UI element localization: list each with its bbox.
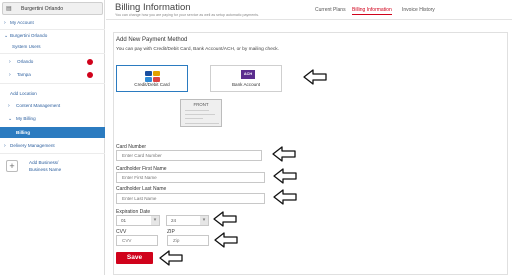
sidebar-item-label: Orlando [17,59,34,64]
check-front-label: FRONT [193,102,209,107]
exp-year-value: 24 [171,218,177,223]
check-line [185,114,215,115]
sidebar-item-label: My Billing [16,116,36,121]
divider [0,53,105,54]
cvv-input[interactable] [116,235,158,246]
tab-invoice-history[interactable]: Invoice History [402,7,435,13]
divider [0,29,105,30]
sidebar-item-add-location[interactable]: Add Location [0,89,105,99]
exp-month-value: 01 [121,218,127,223]
ach-icon: ACH [241,70,255,79]
zip-input[interactable] [167,235,209,246]
sidebar-item-tampa[interactable]: › Tampa [0,70,105,80]
sidebar-item-label: Tampa [17,72,31,77]
tab-current-plans[interactable]: Current Plans [315,7,346,13]
section-title: Add New Payment Method [116,37,188,43]
sidebar-item-business[interactable]: ⌄ Burgertini Orlando [0,31,105,41]
arrow-left-icon [158,249,184,267]
sidebar-item-orlando[interactable]: › Orlando [0,57,105,67]
org-selector-label: Burgertini Orlando [21,6,64,12]
business-name-label: Business Name [29,167,62,172]
sidebar-item-label: Delivery Management [10,143,55,148]
arrow-left-icon [213,231,239,249]
chevron-down-icon: ▾ [200,216,208,225]
sidebar-item-my-account[interactable]: › My Account [0,18,105,28]
tab-billing-information[interactable]: Billing Information [352,7,392,15]
chevron-right-icon: › [8,103,10,109]
sidebar-item-delivery-management[interactable]: › Delivery Management [0,141,105,151]
payment-option-bank[interactable]: ACH Bank Account [210,65,282,92]
chevron-right-icon: › [4,143,6,149]
sidebar-item-content-management[interactable]: › Content Management [0,101,105,111]
credit-card-icon [145,71,161,82]
sidebar: ▤ Burgertini Orlando › My Account ⌄ Burg… [0,0,105,275]
sidebar-item-label: Billing [16,130,31,135]
save-button[interactable]: Save [116,252,153,264]
last-name-input[interactable] [116,193,265,204]
sidebar-item-label: My Account [10,20,34,25]
plus-icon: + [6,160,18,172]
page-title: Billing Information [115,2,191,13]
divider [0,153,105,154]
chevron-right-icon: › [4,20,6,26]
payment-option-card[interactable]: Credit/Debit Card [116,65,188,92]
payment-option-label: Credit/Debit Card [134,82,170,87]
check-illustration: FRONT [166,99,224,133]
last-name-label: Cardholder Last Name [116,186,167,192]
arrow-left-icon [272,167,298,185]
page-subtitle: You can change how you are paying for yo… [115,13,260,17]
store-icon: ▤ [6,6,12,12]
arrow-left-icon [271,145,297,163]
arrow-left-icon [302,68,328,86]
chevron-down-icon: ⌄ [8,116,13,122]
check-line [185,118,203,119]
sidebar-item-label: Add Location [10,91,37,96]
chevron-down-icon: ▾ [151,216,159,225]
chevron-right-icon: › [9,72,11,78]
sidebar-item-label: Content Management [16,103,61,108]
payment-option-label: Bank Account [231,82,261,87]
check-line [185,123,219,124]
card-number-input[interactable] [116,150,262,161]
sidebar-item-my-billing[interactable]: ⌄ My Billing [0,114,105,124]
exp-year-select[interactable]: 24 ▾ [166,215,209,226]
section-description: You can pay with Credit/Debit Card, Bank… [116,47,279,52]
sidebar-item-label: Burgertini Orlando [10,33,48,38]
add-business-label: Add Business/ [29,160,59,165]
chevron-right-icon: › [9,59,11,65]
check-line [185,110,209,111]
sidebar-item-system-users[interactable]: System Users [0,42,105,52]
arrow-left-icon [212,210,238,228]
check-front: FRONT [180,99,222,127]
chevron-down-icon: ⌄ [4,33,9,39]
add-business-button[interactable]: + Add Business/ Business Name [4,158,101,178]
page-header: Billing Information You can change how y… [106,0,512,20]
divider [0,83,105,84]
sidebar-item-billing[interactable]: Billing [0,127,105,138]
first-name-input[interactable] [116,172,265,183]
exp-month-select[interactable]: 01 ▾ [116,215,160,226]
sidebar-item-label: System Users [12,44,41,49]
status-dot-icon [87,59,93,65]
arrow-left-icon [272,188,298,206]
org-selector[interactable]: ▤ Burgertini Orlando [2,2,103,15]
status-dot-icon [87,72,93,78]
